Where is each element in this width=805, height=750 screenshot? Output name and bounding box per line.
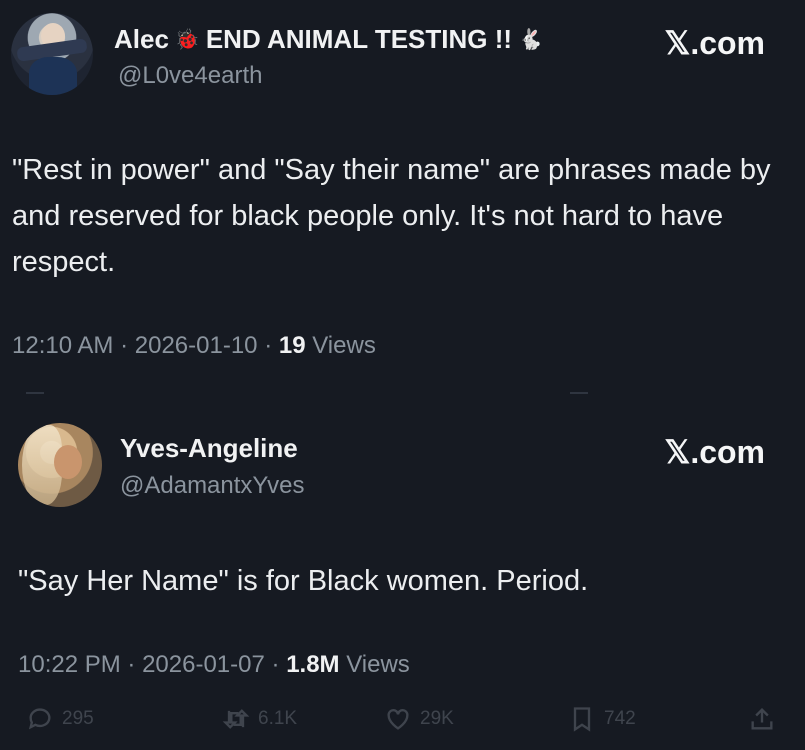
bookmark-count: 742	[604, 708, 636, 729]
like-icon	[384, 705, 412, 733]
meta-separator: ·	[271, 651, 280, 678]
display-name-row[interactable]: Yves-Angeline	[120, 433, 298, 464]
avatar-face	[54, 445, 82, 479]
user-handle[interactable]: @L0ve4earth	[118, 62, 262, 90]
views-label: Views	[346, 651, 410, 678]
divider-tick	[26, 392, 44, 394]
rabbit-icon: 🐇	[518, 29, 543, 51]
views-count: 1.8M	[286, 651, 340, 678]
tweet-card: Yves-Angeline @AdamantxYves 𝕏.com "Say H…	[0, 405, 805, 750]
tweet-time[interactable]: 10:22 PM	[18, 651, 121, 678]
meta-separator: ·	[264, 332, 273, 359]
tweet-meta: 10:22 PM · 2026-01-07 · 1.8M Views	[18, 651, 410, 679]
ladybug-icon: 🐞	[174, 29, 200, 51]
bookmark-icon	[568, 705, 596, 733]
tweet-meta: 12:10 AM · 2026-01-10 · 19 Views	[12, 332, 376, 360]
tweet-action-bar: 295 6.1K 29K 742	[0, 705, 805, 745]
display-name-suffix: END ANIMAL TESTING !!	[205, 24, 513, 54]
tweet-text: "Rest in power" and "Say their name" are…	[12, 154, 771, 278]
avatar[interactable]	[18, 423, 102, 507]
share-button[interactable]	[748, 705, 776, 733]
tweet-card: Alec 🐞 END ANIMAL TESTING !! 🐇 @L0ve4ear…	[0, 0, 805, 390]
bookmark-button[interactable]: 742	[568, 705, 636, 733]
repost-button[interactable]: 6.1K	[222, 705, 297, 733]
display-name: Alec	[114, 24, 169, 54]
display-name-row[interactable]: Alec 🐞 END ANIMAL TESTING !! 🐇	[114, 24, 549, 55]
x-brand-label: 𝕏.com	[664, 434, 765, 470]
tweet-date[interactable]: 2026-01-10	[135, 332, 258, 359]
reply-icon	[26, 705, 54, 733]
reply-button[interactable]: 295	[26, 705, 94, 733]
x-brand-label: 𝕏.com	[664, 25, 765, 61]
avatar-body	[29, 57, 77, 95]
avatar[interactable]	[11, 13, 93, 95]
tweet-date[interactable]: 2026-01-07	[142, 651, 265, 678]
meta-separator: ·	[120, 332, 129, 359]
views-label: Views	[312, 332, 376, 359]
views-count: 19	[278, 332, 306, 359]
screenshot-canvas: Alec 🐞 END ANIMAL TESTING !! 🐇 @L0ve4ear…	[0, 0, 805, 750]
reply-count: 295	[62, 708, 94, 729]
share-icon	[748, 705, 776, 733]
like-count: 29K	[420, 708, 454, 729]
meta-separator: ·	[127, 651, 136, 678]
display-name: Yves-Angeline	[120, 433, 298, 463]
user-handle[interactable]: @AdamantxYves	[120, 472, 304, 500]
tweet-text: "Say Her Name" is for Black women. Perio…	[18, 565, 589, 597]
repost-count: 6.1K	[258, 708, 298, 729]
tweet-time[interactable]: 12:10 AM	[12, 332, 113, 359]
repost-icon	[222, 705, 250, 733]
like-button[interactable]: 29K	[384, 705, 454, 733]
divider-tick	[570, 392, 588, 394]
